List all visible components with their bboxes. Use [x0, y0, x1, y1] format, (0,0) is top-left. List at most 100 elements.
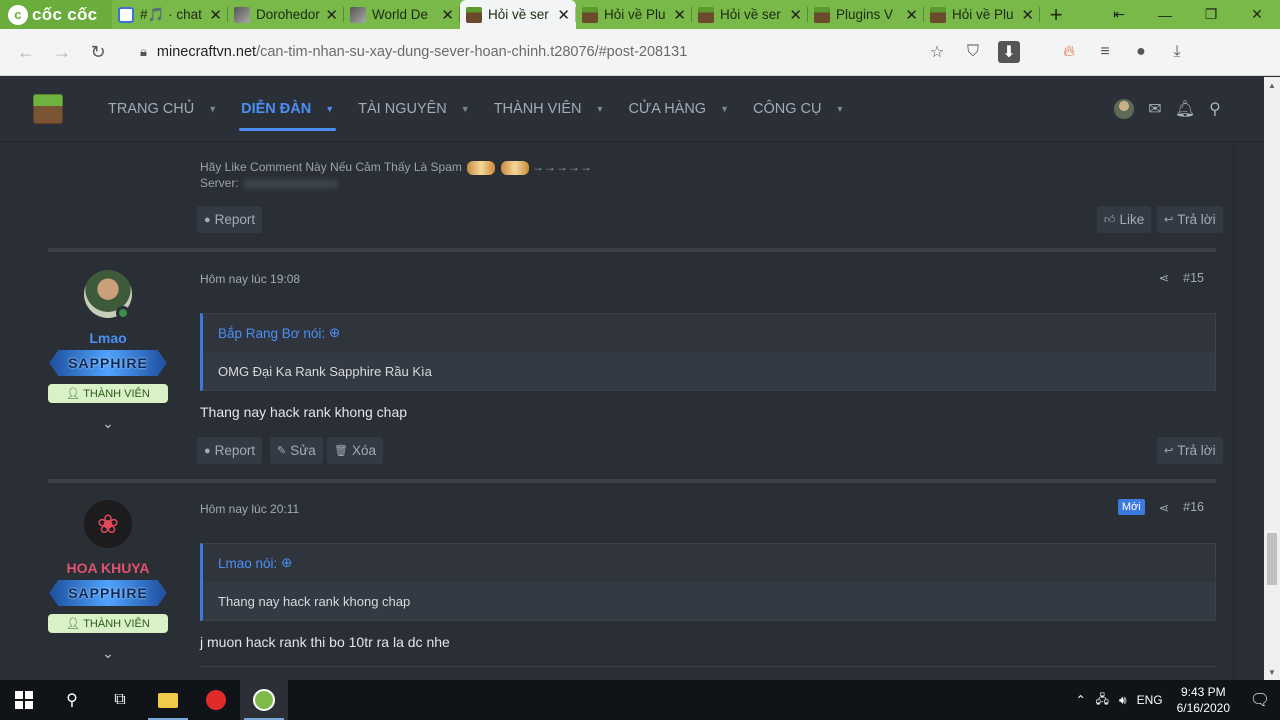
forward-icon[interactable]: → [44, 34, 80, 70]
scrollbar-thumb[interactable] [1267, 533, 1277, 585]
close-icon[interactable]: ✕ [900, 6, 918, 24]
chevron-down-icon[interactable]: ⌄ [48, 645, 168, 662]
post-time[interactable]: Hôm nay lúc 19:08 [200, 272, 300, 286]
tab[interactable]: Hỏi về Plu ✕ [924, 0, 1040, 29]
minecraft-logo-icon[interactable] [33, 94, 63, 124]
close-icon[interactable]: ✕ [552, 6, 570, 24]
coccoc-logo-icon: c [8, 4, 28, 25]
system-tray: ⌃ 🖧︎ 🔊︎ ENG 9:43 PM 6/16/2020 🗨︎ [1076, 684, 1280, 716]
nav-trang-chu[interactable]: TRANG CHỦ ▼ [96, 77, 229, 142]
notification-icon[interactable]: 🗨︎ [1240, 690, 1280, 710]
coccoc-taskbar-button[interactable] [240, 680, 288, 720]
post-number[interactable]: #15 [1183, 271, 1204, 285]
like-button[interactable]: 👍︎ Like [1097, 206, 1152, 233]
task-view-icon[interactable]: ⧉ [96, 680, 144, 720]
lock-icon[interactable]: 🔒︎ [140, 44, 147, 60]
playlist-icon[interactable]: ≡ [1094, 41, 1116, 63]
shield-icon[interactable]: ⛉ [962, 41, 984, 63]
post-time[interactable]: Hôm nay lúc 20:11 [200, 502, 299, 516]
scroll-down-icon[interactable]: ▼ [1264, 664, 1280, 680]
garena-button[interactable] [192, 680, 240, 720]
report-button[interactable]: ● Report [197, 437, 263, 464]
tab[interactable]: Hỏi về ser ✕ [692, 0, 808, 29]
reply-button[interactable]: ↩ Trả lời [1157, 437, 1223, 464]
delete-button[interactable]: 🗑︎ Xóa [327, 437, 383, 464]
username[interactable]: Lmao [48, 330, 168, 346]
page-scrollbar[interactable]: ▲ ▼ [1264, 77, 1280, 680]
post-number[interactable]: #16 [1183, 500, 1204, 514]
arrow-up-circle-icon[interactable]: ⊕ [329, 325, 340, 341]
user-avatar[interactable] [1114, 99, 1134, 119]
share-icon[interactable]: ⋖ [1159, 500, 1169, 515]
scroll-up-icon[interactable]: ▲ [1264, 77, 1280, 93]
nav-cong-cu[interactable]: CÔNG CỤ ▼ [741, 77, 856, 142]
share-icon[interactable]: ⋖ [1159, 270, 1169, 285]
tab-active[interactable]: Hỏi về ser ✕ [460, 0, 576, 29]
search-icon[interactable]: ⚲ [48, 680, 96, 720]
nav-label: DIỄN ĐÀN [241, 101, 312, 117]
reload-icon[interactable]: ↻ [80, 34, 116, 70]
network-icon[interactable]: 🖧︎ [1096, 690, 1109, 711]
close-icon[interactable]: ✕ [436, 6, 454, 24]
reply-button[interactable]: ↩ Trả lời [1157, 206, 1223, 233]
caret-down-icon[interactable]: ▼ [596, 104, 605, 114]
start-button[interactable] [0, 680, 48, 720]
search-icon[interactable]: ⚲ [1206, 99, 1224, 119]
new-tab-button[interactable]: + [1040, 0, 1072, 29]
nav-tai-nguyen[interactable]: TÀI NGUYÊN ▼ [346, 77, 482, 142]
close-icon[interactable]: ✕ [1016, 6, 1034, 24]
maximize-icon[interactable]: ❐ [1188, 0, 1234, 29]
edit-button[interactable]: ✎ Sửa [270, 437, 323, 464]
profile-icon[interactable]: ● [1130, 41, 1152, 63]
avatar[interactable]: ❀ [84, 500, 132, 548]
tab[interactable]: World De ✕ [344, 0, 460, 29]
chevron-up-icon[interactable]: ⌃ [1076, 693, 1086, 707]
volume-icon[interactable]: 🔊︎ [1119, 693, 1127, 708]
mail-icon[interactable]: ✉ [1146, 99, 1164, 119]
clock[interactable]: 9:43 PM 6/16/2020 [1177, 684, 1230, 716]
minimize-icon[interactable]: — [1142, 0, 1188, 29]
language-indicator[interactable]: ENG [1137, 693, 1163, 707]
avatar[interactable] [84, 270, 132, 320]
restore-tabs-icon[interactable]: ⇤ [1096, 0, 1142, 29]
close-icon[interactable]: ✕ [320, 6, 338, 24]
caret-down-icon[interactable]: ▼ [208, 104, 217, 114]
fire-extension-icon[interactable]: 🔥︎ [1058, 41, 1080, 63]
nav-dien-dan[interactable]: DIỄN ĐÀN ▼ [229, 77, 346, 142]
report-button[interactable]: ● Report [197, 206, 263, 233]
back-icon[interactable]: ← [8, 34, 44, 70]
chevron-down-icon[interactable]: ⌄ [48, 415, 168, 432]
quote-author[interactable]: Bắp Rang Bơ nói: [218, 326, 325, 341]
close-icon[interactable]: ✕ [784, 6, 802, 24]
nav-thanh-vien[interactable]: THÀNH VIÊN ▼ [482, 77, 617, 142]
close-icon[interactable]: ✕ [668, 6, 686, 24]
quote-author[interactable]: Lmao nói: [218, 556, 277, 571]
bookmark-star-icon[interactable]: ☆ [926, 41, 948, 63]
caret-down-icon[interactable]: ▼ [720, 104, 729, 114]
tab[interactable]: #🎵 · chat ✕ [112, 0, 228, 29]
close-window-icon[interactable]: ✕ [1234, 0, 1280, 29]
arrow-up-circle-icon[interactable]: ⊕ [281, 555, 292, 571]
file-explorer-button[interactable] [144, 680, 192, 720]
tab[interactable]: Plugins V ✕ [808, 0, 924, 29]
nav-cua-hang[interactable]: CỬA HÀNG ▼ [616, 77, 741, 142]
caret-down-icon[interactable]: ▼ [461, 104, 470, 114]
username[interactable]: HOA KHUYA [48, 560, 168, 576]
tab[interactable]: Dorohedoro ✕ [228, 0, 344, 29]
close-icon[interactable]: ✕ [204, 6, 222, 24]
tab-title: World De [372, 7, 429, 22]
downloads-icon[interactable]: ⤓ [1166, 41, 1188, 63]
caret-down-icon[interactable]: ▼ [836, 104, 845, 114]
user-icon: 👤︎ [66, 388, 81, 400]
bell-icon[interactable]: 🔔︎ [1175, 99, 1195, 119]
quote-header[interactable]: Bắp Rang Bơ nói: ⊕ [203, 314, 1215, 352]
download-video-icon[interactable]: ⬇ [998, 41, 1020, 63]
new-badge: Mới [1117, 499, 1145, 515]
quote-header[interactable]: Lmao nói: ⊕ [203, 544, 1215, 582]
caret-down-icon[interactable]: ▼ [325, 104, 334, 114]
address-bar[interactable]: 🔒︎ minecraftvn.net/can-tim-nhan-su-xay-d… [130, 35, 1030, 69]
browser-brand[interactable]: c cốc cốc [0, 0, 112, 29]
minecraft-icon [930, 6, 946, 23]
post-message: Thang nay hack rank khong chap [200, 404, 408, 420]
tab[interactable]: Hỏi về Plu ✕ [576, 0, 692, 29]
